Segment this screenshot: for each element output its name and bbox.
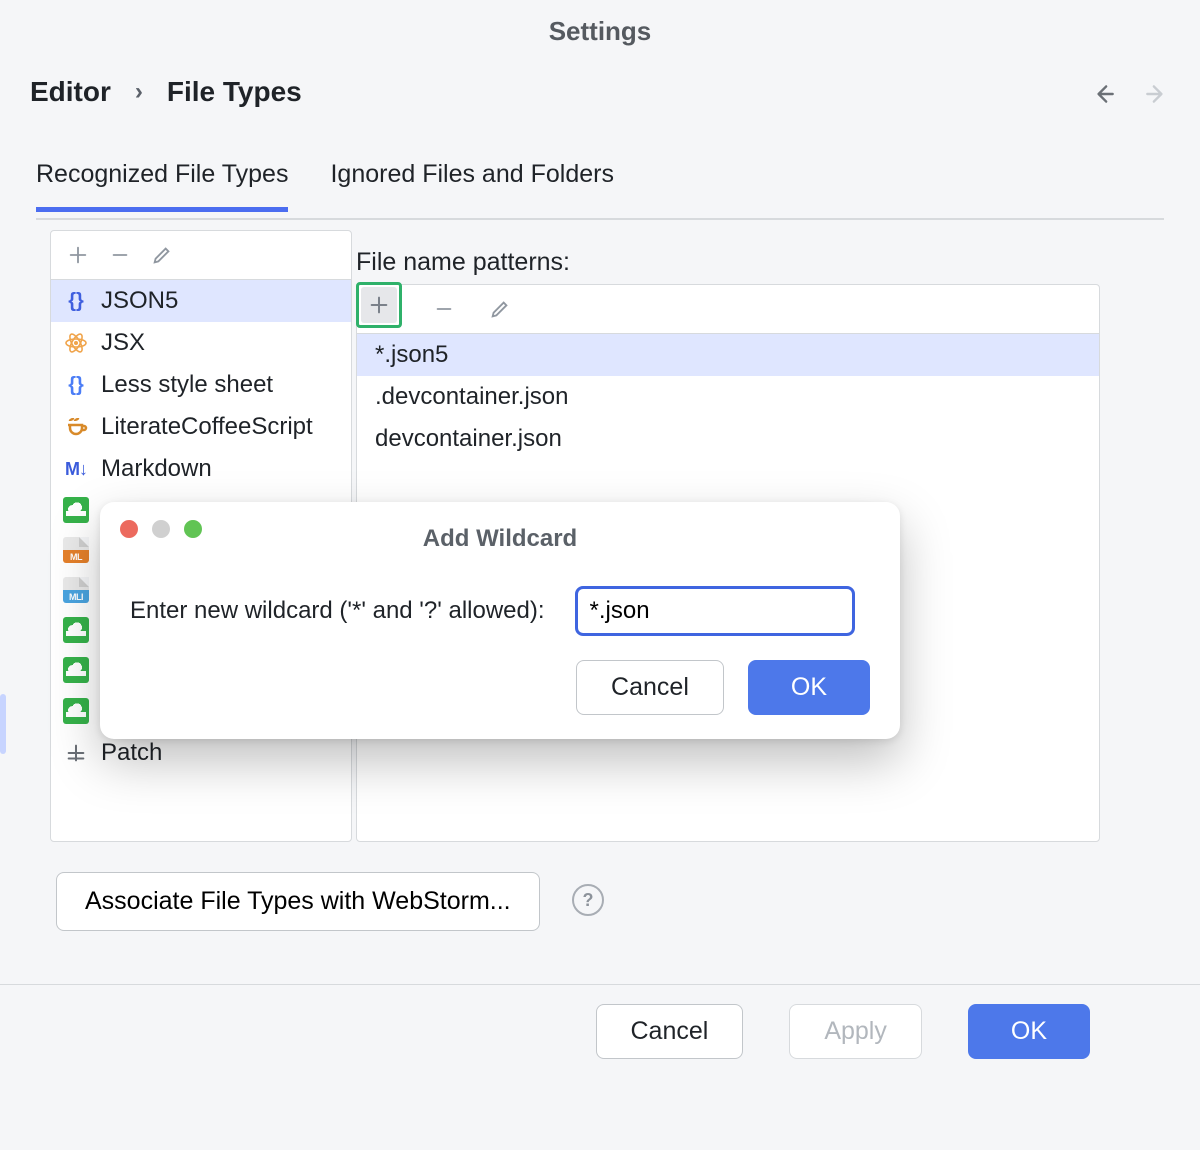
list-item-label: JSX <box>101 329 145 357</box>
apply-button: Apply <box>789 1004 922 1059</box>
breadcrumb-root[interactable]: Editor <box>30 76 111 108</box>
cancel-button[interactable]: Cancel <box>596 1004 744 1059</box>
list-item[interactable]: .devcontainer.json <box>357 376 1099 418</box>
footer-separator <box>0 984 1200 985</box>
ocaml-icon <box>63 698 89 724</box>
wildcard-input[interactable] <box>575 586 855 636</box>
jsx-icon <box>63 330 89 356</box>
ocaml-icon <box>63 657 89 683</box>
breadcrumb: Editor › File Types <box>30 76 302 108</box>
less-icon: {} <box>63 372 89 398</box>
breadcrumb-current: File Types <box>167 76 302 108</box>
tab-ignored-files-folders[interactable]: Ignored Files and Folders <box>330 160 613 207</box>
dialog-ok-button[interactable]: OK <box>748 660 870 715</box>
zoom-icon[interactable] <box>184 520 202 538</box>
ocaml-icon <box>63 497 89 523</box>
left-edge-indicator <box>0 694 6 754</box>
add-pattern-button[interactable] <box>361 287 397 323</box>
mli-icon: MLI <box>63 577 89 603</box>
edit-pattern-button[interactable] <box>483 292 517 326</box>
nav-back-button[interactable] <box>1090 80 1118 108</box>
tabs: Recognized File Types Ignored Files and … <box>36 160 1164 220</box>
list-item[interactable]: {} JSON5 <box>51 280 351 322</box>
list-item[interactable]: *.json5 <box>357 334 1099 376</box>
list-item-label: Markdown <box>101 455 212 483</box>
chevron-right-icon: › <box>135 78 143 106</box>
tab-recognized-file-types[interactable]: Recognized File Types <box>36 160 288 212</box>
list-item[interactable]: M↓ Markdown <box>51 448 351 490</box>
ocaml-icon <box>63 617 89 643</box>
minimize-icon <box>152 520 170 538</box>
page-title: Settings <box>0 16 1200 47</box>
patch-icon <box>63 740 89 766</box>
dialog-title: Add Wildcard <box>100 525 900 553</box>
list-item-label: LiterateCoffeeScript <box>101 413 313 441</box>
list-item[interactable]: JSX <box>51 322 351 364</box>
list-item-label: Less style sheet <box>101 371 273 399</box>
coffeescript-icon <box>63 414 89 440</box>
associate-file-types-button[interactable]: Associate File Types with WebStorm... <box>56 872 540 931</box>
json5-icon: {} <box>63 288 89 314</box>
window-controls[interactable] <box>120 520 202 538</box>
help-icon[interactable]: ? <box>572 884 604 916</box>
edit-file-type-button[interactable] <box>145 238 179 272</box>
patterns-heading: File name patterns: <box>356 248 570 277</box>
list-item[interactable]: LiterateCoffeeScript <box>51 406 351 448</box>
ok-button[interactable]: OK <box>968 1004 1090 1059</box>
list-item[interactable]: {} Less style sheet <box>51 364 351 406</box>
close-icon[interactable] <box>120 520 138 538</box>
dialog-cancel-button[interactable]: Cancel <box>576 660 724 715</box>
remove-file-type-button[interactable] <box>103 238 137 272</box>
nav-forward-button <box>1142 80 1170 108</box>
markdown-icon: M↓ <box>63 456 89 482</box>
ml-icon: ML <box>63 537 89 563</box>
remove-pattern-button[interactable] <box>427 292 461 326</box>
dialog-prompt: Enter new wildcard ('*' and '?' allowed)… <box>130 597 545 625</box>
add-file-type-button[interactable] <box>61 238 95 272</box>
list-item-label: Patch <box>101 739 162 767</box>
patterns-list[interactable]: *.json5 .devcontainer.json devcontainer.… <box>357 334 1099 460</box>
list-item-label: JSON5 <box>101 287 178 315</box>
list-item[interactable]: devcontainer.json <box>357 418 1099 460</box>
add-wildcard-dialog: Add Wildcard Enter new wildcard ('*' and… <box>100 502 900 739</box>
add-pattern-button-highlight <box>356 282 402 328</box>
